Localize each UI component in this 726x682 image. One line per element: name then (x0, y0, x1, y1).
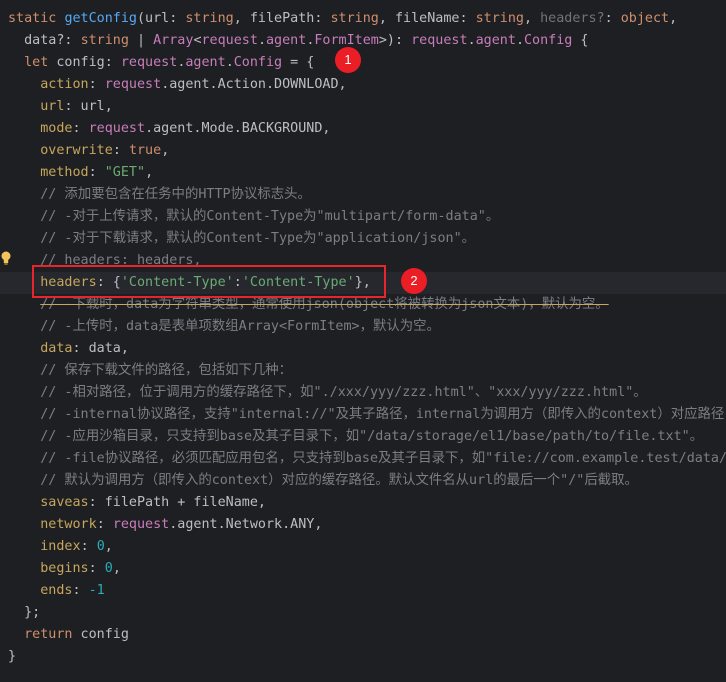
code-line-8[interactable]: method: "GET", (8, 162, 153, 184)
code-line-24[interactable]: network: request.agent.Network.ANY, (8, 514, 322, 536)
code-line-6[interactable]: mode: request.agent.Mode.BACKGROUND, (8, 118, 330, 140)
code-line-17[interactable]: // 保存下载文件的路径，包括如下几种： (8, 360, 292, 382)
annotation-badge-2: 2 (401, 268, 427, 294)
code-line-28[interactable]: }; (8, 602, 40, 624)
code-line-1[interactable]: static getConfig(url: string, filePath: … (8, 8, 677, 30)
code-line-22[interactable]: // 默认为调用方（即传入的context）对应的缓存路径。默认文件名从url的… (8, 470, 638, 492)
code-line-21[interactable]: // -file协议路径，必须匹配应用包名，只支持到base及其子目录下，如"f… (8, 448, 726, 470)
code-line-2[interactable]: data?: string | Array<request.agent.Form… (8, 30, 588, 52)
code-line-30[interactable]: } (8, 646, 16, 668)
code-line-10[interactable]: // -对于上传请求，默认的Content-Type为"multipart/fo… (8, 206, 499, 228)
code-line-16[interactable]: data: data, (8, 338, 129, 360)
code-line-18[interactable]: // -相对路径，位于调用方的缓存路径下，如"./xxx/yyy/zzz.htm… (8, 382, 646, 404)
code-editor[interactable]: static getConfig(url: string, filePath: … (0, 0, 726, 682)
code-line-23[interactable]: saveas: filePath + fileName, (8, 492, 266, 514)
code-line-7[interactable]: overwrite: true, (8, 140, 169, 162)
code-line-19[interactable]: // -internal协议路径，支持"internal://"及其子路径，in… (8, 404, 726, 426)
code-line-15[interactable]: // -上传时，data是表单项数组Array<FormItem>，默认为空。 (8, 316, 440, 338)
code-line-4[interactable]: action: request.agent.Action.DOWNLOAD, (8, 74, 346, 96)
annotation-badge-1: 1 (335, 47, 361, 73)
code-line-29[interactable]: return config (8, 624, 129, 646)
code-line-20[interactable]: // -应用沙箱目录，只支持到base及其子目录下，如"/data/storag… (8, 426, 703, 448)
code-line-11[interactable]: // -对于下载请求，默认的Content-Type为"application/… (8, 228, 475, 250)
highlight-box-headers (32, 265, 386, 298)
code-line-5[interactable]: url: url, (8, 96, 113, 118)
code-line-25[interactable]: index: 0, (8, 536, 113, 558)
code-line-26[interactable]: begins: 0, (8, 558, 121, 580)
code-line-9[interactable]: // 添加要包含在任务中的HTTP协议标志头。 (8, 184, 311, 206)
code-line-27[interactable]: ends: -1 (8, 580, 105, 602)
code-line-3[interactable]: let config: request.agent.Config = { (8, 52, 314, 74)
lightbulb-icon[interactable] (0, 251, 12, 265)
